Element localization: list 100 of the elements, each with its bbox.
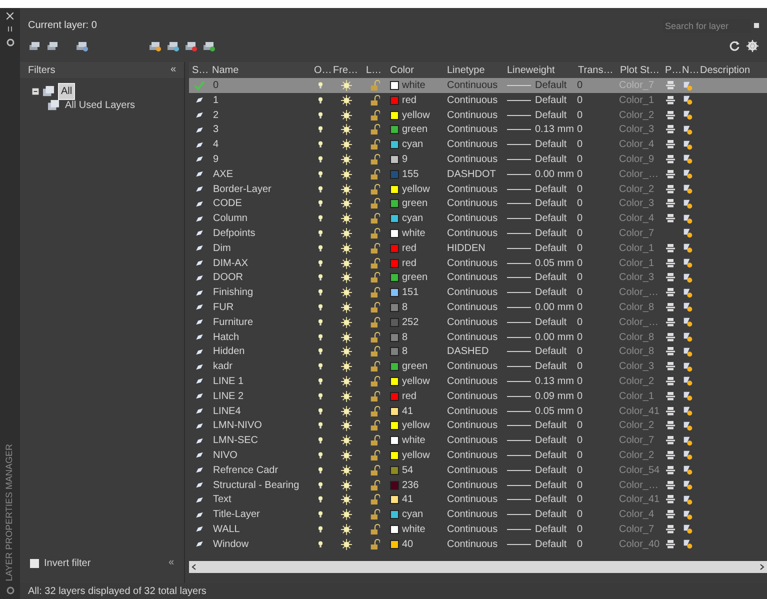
column-heading[interactable]: Linetype bbox=[444, 62, 504, 78]
horizontal-scrollbar[interactable] bbox=[189, 561, 767, 573]
layer-row[interactable]: LINE4 41 Continuous 0.05 mm 0 Color_41 bbox=[189, 404, 767, 418]
group-filter-icon[interactable] bbox=[46, 40, 59, 52]
lightbulb-icon bbox=[317, 94, 324, 106]
layer-row[interactable]: LMN-SEC white Continuous Default 0 Color_7 bbox=[189, 433, 767, 448]
layer-row[interactable]: Hidden 8 DASHED Default 0 Color_8 bbox=[189, 344, 767, 360]
column-heading[interactable]: N… bbox=[679, 62, 700, 78]
layer-row[interactable]: DIM-AX red Continuous 0.05 mm 0 Color_1 bbox=[189, 256, 767, 270]
layer-row[interactable]: Column cyan Continuous Default 0 Color_4 bbox=[189, 211, 767, 226]
layer-row[interactable]: LMN-NIVO yellow Continuous Default 0 Color_2 bbox=[189, 418, 767, 434]
sun-icon bbox=[341, 228, 352, 239]
layer-row[interactable]: LINE 1 yellow Continuous 0.13 mm 0 Color_2 bbox=[189, 374, 767, 389]
layer-row[interactable]: kadr green Continuous Default 0 Color_3 bbox=[189, 359, 767, 374]
checkbox[interactable] bbox=[30, 558, 39, 568]
new-layer-icon[interactable] bbox=[148, 40, 161, 52]
set-current-icon[interactable] bbox=[202, 40, 215, 52]
plot-style: Color_1 bbox=[618, 390, 656, 404]
new-layer-icon bbox=[683, 80, 693, 90]
column-heading[interactable]: Color bbox=[387, 62, 444, 78]
sun-icon bbox=[341, 450, 352, 461]
layer-row[interactable]: Refrence Cadr 54 Continuous Default 0 Color_54 bbox=[189, 462, 767, 478]
column-heading[interactable]: P… bbox=[662, 62, 682, 78]
column-heading[interactable]: Description bbox=[697, 62, 767, 78]
linetype: Continuous bbox=[446, 434, 499, 448]
lightbulb-icon bbox=[317, 390, 324, 402]
layer-name: Furniture bbox=[212, 316, 254, 330]
column-heading[interactable]: O… bbox=[311, 62, 332, 78]
new-layer-icon bbox=[683, 346, 693, 357]
new-filter-icon[interactable] bbox=[28, 40, 41, 52]
transparency: 0 bbox=[576, 108, 584, 123]
layer-row[interactable]: Defpoints white Continuous Default 0 Color_7 bbox=[189, 226, 767, 241]
lineweight: Default bbox=[535, 316, 567, 330]
new-layer-icon bbox=[683, 243, 693, 254]
linetype: Continuous bbox=[446, 538, 499, 552]
layer-row[interactable]: Text 41 Continuous Default 0 Color_41 bbox=[189, 492, 767, 508]
delete-layer-icon[interactable] bbox=[184, 40, 197, 52]
layer-row[interactable]: 3 green Continuous 0.13 mm 0 Color_3 bbox=[189, 122, 767, 138]
layer-row[interactable]: Furniture 252 Continuous Default 0 Color_… bbox=[189, 314, 767, 330]
linetype: Continuous bbox=[446, 508, 499, 522]
layer-row[interactable]: Window 40 Continuous Default 0 Color_40 bbox=[189, 536, 767, 552]
layer-row[interactable]: CODE green Continuous Default 0 Color_3 bbox=[189, 196, 767, 212]
layer-row[interactable]: 1 red Continuous Default 0 Color_1 bbox=[189, 92, 767, 108]
layer-row[interactable]: FUR 8 Continuous 0.00 mm 0 Color_8 bbox=[189, 300, 767, 315]
lineweight: Default bbox=[535, 286, 567, 300]
linetype: Continuous bbox=[446, 300, 499, 315]
collapse-button[interactable]: « bbox=[168, 558, 174, 568]
layer-row[interactable]: Title-Layer cyan Continuous Default 0 Color_4 bbox=[189, 507, 767, 522]
lightbulb-icon bbox=[317, 464, 324, 476]
transparency: 0 bbox=[576, 434, 584, 448]
layer-row[interactable]: 4 cyan Continuous Default 0 Color_4 bbox=[189, 137, 767, 152]
collapse-button[interactable]: « bbox=[170, 65, 176, 75]
plot-style: Color_… bbox=[618, 478, 660, 493]
column-heading[interactable]: S… bbox=[189, 62, 209, 78]
sun-icon bbox=[341, 332, 352, 343]
column-heading[interactable]: Fre… bbox=[330, 62, 363, 78]
open-padlock-icon bbox=[370, 242, 380, 254]
filter-item[interactable]: All bbox=[58, 82, 76, 100]
refresh-icon[interactable] bbox=[728, 40, 741, 52]
lightbulb-icon bbox=[317, 80, 324, 91]
layer-row[interactable]: Border-Layer yellow Continuous Default 0 Color_2 bbox=[189, 182, 767, 196]
lineweight-line bbox=[507, 484, 531, 486]
layer-row[interactable]: 9 9 Continuous Default 0 Color_9 bbox=[189, 152, 767, 167]
layer-row[interactable]: NIVO yellow Continuous Default 0 Color_2 bbox=[189, 448, 767, 463]
layer-row[interactable]: LINE 2 red Continuous 0.09 mm 0 Color_1 bbox=[189, 388, 767, 404]
lightbulb-icon bbox=[317, 228, 324, 239]
layer-row[interactable]: AXE 155 DASHDOT 0.00 mm 0 Color_… bbox=[189, 166, 767, 182]
column-heading[interactable]: Trans… bbox=[575, 62, 617, 78]
linetype: Continuous bbox=[446, 256, 499, 271]
new-layer-icon bbox=[683, 317, 693, 328]
layer-row[interactable]: DOOR green Continuous Default 0 Color_3 bbox=[189, 270, 767, 286]
transparency: 0 bbox=[576, 79, 584, 93]
lightbulb-icon bbox=[317, 272, 324, 284]
column-heading[interactable]: Lineweight bbox=[504, 62, 575, 78]
sun-icon bbox=[341, 376, 352, 387]
layer-row[interactable]: WALL white Continuous Default 0 Color_7 bbox=[189, 522, 767, 537]
new-layer-icon bbox=[683, 302, 693, 312]
sun-icon bbox=[341, 139, 352, 150]
linetype: Continuous bbox=[446, 404, 499, 419]
lightbulb-icon bbox=[317, 213, 324, 224]
lineweight: Default bbox=[535, 360, 567, 374]
lineweight-line bbox=[507, 129, 531, 130]
filter-item[interactable]: All Used Layers bbox=[63, 98, 138, 112]
layer-row[interactable]: 2 yellow Continuous Default 0 Color_2 bbox=[189, 108, 767, 122]
transparency: 0 bbox=[576, 197, 584, 212]
layer-row[interactable]: Dim red HIDDEN Default 0 Color_1 bbox=[189, 240, 767, 256]
column-heading[interactable]: Name bbox=[209, 62, 311, 78]
column-heading[interactable]: Plot St… bbox=[617, 62, 662, 78]
layer-row[interactable]: Hatch 8 Continuous 0.00 mm 0 Color_8 bbox=[189, 330, 767, 344]
layer-row[interactable]: Finishing 151 Continuous Default 0 Color_… bbox=[189, 285, 767, 300]
sun-icon bbox=[341, 184, 352, 195]
lineweight-line bbox=[507, 277, 531, 278]
layer-name: 0 bbox=[212, 79, 220, 93]
layer-name: 9 bbox=[212, 152, 220, 167]
transparency: 0 bbox=[576, 493, 584, 508]
layer-row[interactable]: Structural - Bearing 236 Continuous Default 0 Color_… bbox=[189, 478, 767, 492]
states-manager-icon[interactable] bbox=[75, 40, 88, 52]
column-heading[interactable]: L… bbox=[363, 62, 387, 78]
new-layer-vp-icon[interactable] bbox=[166, 40, 179, 52]
new-layer-icon bbox=[683, 198, 693, 209]
